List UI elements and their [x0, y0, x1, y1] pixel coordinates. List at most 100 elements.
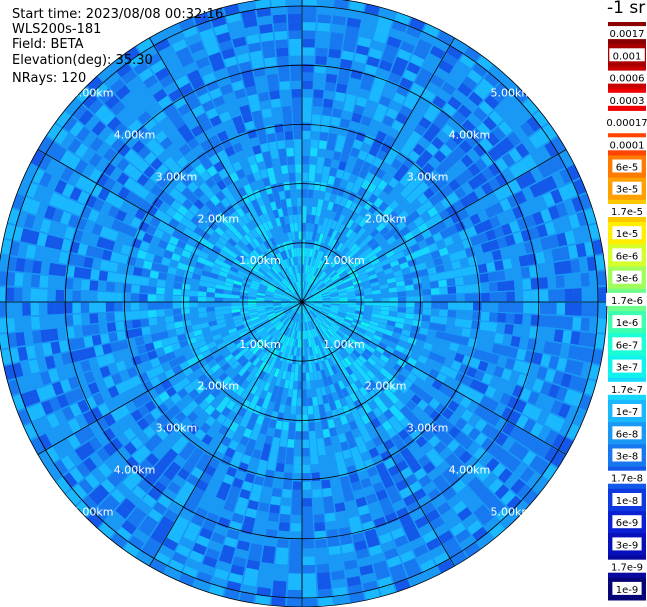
range-bin: [263, 116, 274, 127]
range-label: 1.00km: [323, 254, 365, 267]
range-bin: [563, 316, 574, 330]
range-bin: [275, 462, 285, 473]
range-bin: [306, 389, 312, 398]
range-bin: [47, 315, 57, 328]
range-bin: [296, 180, 302, 190]
range-bin: [309, 164, 316, 174]
range-bin: [23, 259, 34, 273]
colorbar-label: 1e-8: [616, 496, 639, 507]
range-bin: [114, 292, 123, 302]
range-bin: [580, 272, 590, 287]
range-bin: [139, 310, 149, 319]
colorbar-entry: 1.7e-7: [606, 377, 647, 401]
range-bin: [105, 302, 115, 312]
range-bin: [32, 260, 42, 274]
range-bin: [505, 313, 515, 324]
range-label: 1.00km: [323, 338, 365, 351]
range-bin: [522, 278, 532, 290]
range-bin: [180, 302, 190, 308]
range-bin: [302, 80, 313, 90]
range-bin: [302, 164, 309, 173]
colorbar-label: 3e-6: [616, 274, 639, 285]
range-bin: [302, 247, 305, 257]
range-bin: [57, 264, 67, 277]
range-bin: [302, 214, 307, 223]
range-bin: [259, 570, 273, 581]
range-bin: [286, 447, 294, 457]
range-bin: [539, 289, 549, 302]
range-bin: [97, 302, 106, 313]
range-bin: [276, 547, 289, 557]
range-bin: [307, 189, 314, 199]
range-bin: [0, 271, 7, 286]
range-bin: [389, 292, 398, 298]
elevation-label: Elevation(deg): 35.30: [12, 53, 153, 68]
range-bin: [581, 302, 591, 317]
range-bin: [330, 116, 341, 127]
range-bin: [447, 310, 457, 318]
ppi-chart: 1.00km2.00km3.00km4.00km5.00km1.00km2.00…: [0, 0, 647, 607]
range-bin: [553, 261, 564, 275]
range-bin: [287, 13, 302, 23]
range-bin: [462, 319, 473, 329]
colorbar-label: 3e-9: [616, 540, 639, 551]
colorbar-label: 1.7e-9: [611, 563, 643, 574]
range-bin: [15, 257, 26, 272]
range-bin: [302, 122, 311, 131]
range-bin: [455, 310, 465, 319]
range-bin: [73, 325, 84, 338]
range-bin: [288, 430, 295, 440]
range-bin: [279, 438, 288, 448]
range-bin: [297, 381, 302, 390]
range-bin: [131, 311, 140, 320]
range-bin: [334, 502, 346, 513]
range-bin: [302, 356, 306, 365]
range-label: 3.00km: [156, 422, 198, 435]
range-bin: [598, 287, 607, 302]
range-bin: [480, 282, 490, 292]
range-bin: [287, 5, 302, 15]
range-bin: [302, 89, 313, 98]
range-bin: [294, 448, 302, 457]
range-bin: [214, 302, 223, 307]
colorbar-entry: 1.7e-8: [606, 466, 647, 490]
range-bin: [316, 39, 329, 49]
range-bin: [302, 406, 308, 415]
range-bin: [456, 294, 465, 302]
range-bin: [325, 520, 338, 531]
range-bin: [320, 123, 330, 133]
range-bin: [292, 105, 302, 115]
range-bin: [302, 105, 312, 115]
range-bin: [277, 140, 286, 150]
range-bin: [538, 277, 549, 289]
range-bin: [548, 302, 557, 315]
range-bin: [197, 291, 207, 297]
range-bin: [38, 302, 48, 315]
range-bin: [547, 315, 557, 328]
range-bin: [306, 206, 312, 215]
range-bin: [39, 275, 49, 288]
range-bin: [206, 302, 215, 307]
range-bin: [548, 289, 557, 302]
range-label: 1.00km: [239, 338, 281, 351]
range-bin: [309, 439, 317, 448]
range-bin: [55, 277, 66, 289]
range-bin: [308, 414, 315, 423]
range-bin: [15, 332, 26, 347]
range-bin: [296, 406, 302, 415]
range-bin: [131, 275, 142, 285]
range-bin: [48, 328, 59, 342]
range-bin: [292, 389, 298, 398]
range-bin: [330, 32, 344, 42]
range-bin: [274, 123, 284, 133]
range-bin: [405, 307, 415, 314]
range-bin: [331, 570, 345, 581]
range-bin: [312, 489, 322, 498]
range-bin: [504, 324, 514, 335]
range-bin: [156, 287, 165, 295]
range-bin: [272, 580, 287, 590]
colorbar-label: 6e-7: [616, 340, 639, 351]
range-bin: [122, 302, 131, 311]
range-bin: [289, 47, 302, 56]
range-bin: [422, 288, 432, 296]
